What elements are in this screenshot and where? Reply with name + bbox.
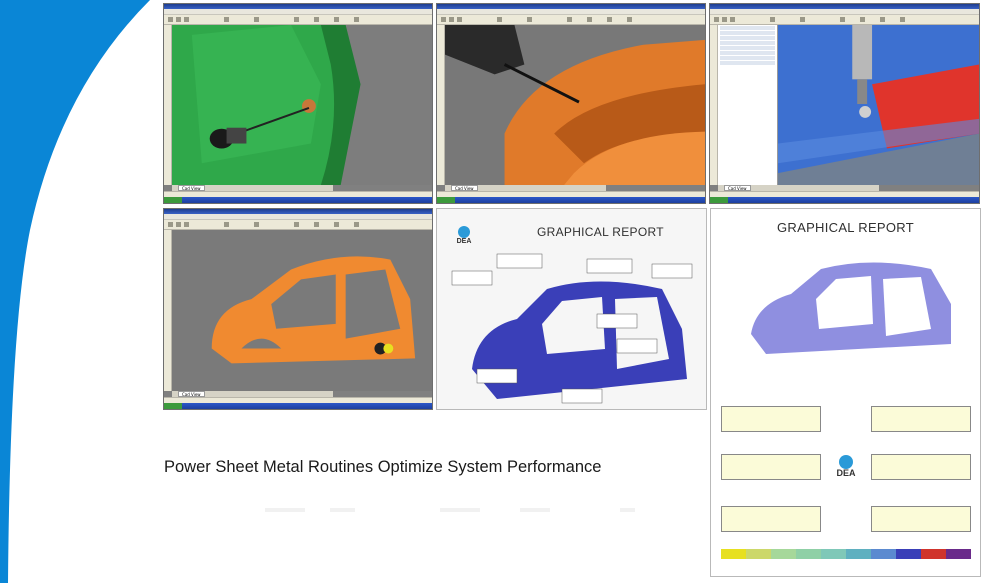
- dea-logo-text: DEA: [836, 468, 856, 478]
- dea-logo: DEA: [821, 454, 871, 478]
- measurement-table: [871, 506, 971, 532]
- start-button[interactable]: [710, 197, 728, 203]
- faint-divider: [330, 508, 355, 512]
- 3d-viewport: [778, 25, 979, 185]
- graphical-report-left: DEA GRAPHICAL REPORT: [436, 208, 707, 410]
- faint-divider: [520, 508, 550, 512]
- blue-swoosh-decoration: [0, 0, 150, 583]
- toolbar: [164, 220, 432, 230]
- measurement-table: [721, 406, 821, 432]
- start-button[interactable]: [164, 197, 182, 203]
- toolbar: [710, 15, 979, 25]
- start-button[interactable]: [437, 197, 455, 203]
- taskbar: [437, 197, 705, 203]
- left-tool-palette: [164, 230, 172, 391]
- measurement-table: [721, 454, 821, 480]
- left-tool-palette: [164, 25, 172, 185]
- color-scale-legend: [721, 549, 971, 559]
- taskbar: [710, 197, 979, 203]
- cad-screenshot-green-door: Cad View: [163, 3, 433, 204]
- toolbar: [164, 15, 432, 25]
- 3d-viewport: [445, 25, 705, 185]
- faint-divider: [265, 508, 305, 512]
- taskbar: [164, 197, 432, 203]
- left-tool-palette: [437, 25, 445, 185]
- start-button[interactable]: [164, 403, 182, 409]
- program-tree-panel[interactable]: [718, 25, 778, 185]
- cad-screenshot-orange-fender: Cad View: [436, 3, 706, 204]
- measurement-table: [721, 506, 821, 532]
- faint-divider: [620, 508, 635, 512]
- 3d-viewport: [172, 25, 432, 185]
- dea-logo-text: DEA: [457, 238, 472, 245]
- cad-screenshot-orange-body: Cad View: [163, 208, 433, 410]
- left-tool-palette: [710, 25, 718, 185]
- cad-screenshot-blue-panel: Cad View: [709, 3, 980, 204]
- measurement-table: [871, 454, 971, 480]
- measurement-table: [871, 406, 971, 432]
- report-title: GRAPHICAL REPORT: [777, 220, 914, 235]
- dea-logo: DEA: [447, 225, 481, 245]
- 3d-viewport: [172, 230, 432, 391]
- toolbar: [437, 15, 705, 25]
- report-title: GRAPHICAL REPORT: [537, 225, 664, 239]
- taskbar: [164, 403, 432, 409]
- caption-text: Power Sheet Metal Routines Optimize Syst…: [164, 458, 602, 476]
- report-car-body-graphic: [751, 262, 951, 354]
- graphical-report-right: GRAPHICAL REPORT DEA: [710, 208, 981, 577]
- faint-divider: [440, 508, 480, 512]
- report-car-body-graphic: [451, 253, 693, 404]
